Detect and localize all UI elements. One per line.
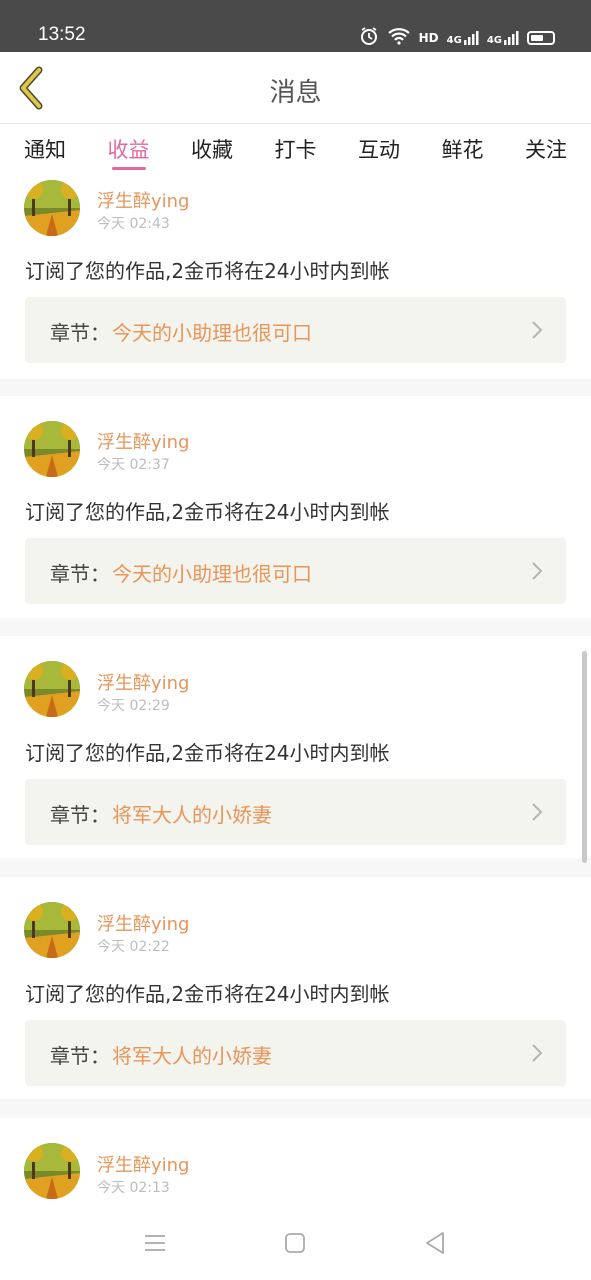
chapter-link[interactable]: 章节： 将军大人的小娇妻 bbox=[25, 779, 566, 845]
tab-notification[interactable]: 通知 bbox=[24, 124, 66, 174]
chapter-link[interactable]: 章节： 今天的小助理也很可口 bbox=[25, 297, 566, 363]
tab-favorites[interactable]: 收藏 bbox=[191, 124, 233, 174]
avatar[interactable] bbox=[24, 661, 80, 717]
message-card: 浮生醉ying 今天 02:37 订阅了您的作品,2金币将在24小时内到帐 章节… bbox=[0, 396, 591, 618]
header: 消息 bbox=[0, 52, 591, 124]
chapter-title: 今天的小助理也很可口 bbox=[112, 321, 312, 345]
alarm-icon bbox=[359, 26, 379, 49]
hd-icon: HD bbox=[418, 30, 439, 45]
message-text: 订阅了您的作品,2金币将在24小时内到帐 bbox=[25, 259, 390, 283]
chapter-title: 将军大人的小娇妻 bbox=[112, 803, 272, 827]
avatar[interactable] bbox=[24, 180, 80, 236]
timestamp: 今天 02:37 bbox=[97, 457, 170, 473]
username[interactable]: 浮生醉ying bbox=[97, 1151, 190, 1177]
username[interactable]: 浮生醉ying bbox=[97, 187, 190, 213]
status-time: 13:52 bbox=[38, 24, 86, 45]
wifi-icon bbox=[387, 27, 411, 48]
avatar[interactable] bbox=[24, 902, 80, 958]
timestamp: 今天 02:43 bbox=[97, 216, 170, 232]
home-button[interactable] bbox=[280, 1228, 310, 1258]
message-list[interactable]: 浮生醉ying 今天 02:43 订阅了您的作品,2金币将在24小时内到帐 章节… bbox=[0, 174, 591, 1204]
page-title: 消息 bbox=[269, 78, 322, 108]
avatar[interactable] bbox=[24, 1143, 80, 1199]
chevron-right-icon bbox=[532, 1044, 543, 1062]
message-text: 订阅了您的作品,2金币将在24小时内到帐 bbox=[25, 982, 390, 1006]
chapter-title: 将军大人的小娇妻 bbox=[112, 1044, 272, 1068]
message-card: 浮生醉ying 今天 02:22 订阅了您的作品,2金币将在24小时内到帐 章节… bbox=[0, 877, 591, 1099]
menu-icon bbox=[145, 1235, 165, 1251]
message-card: 浮生醉ying 今天 02:13 bbox=[0, 1118, 591, 1204]
back-triangle-icon bbox=[426, 1232, 444, 1254]
menu-button[interactable] bbox=[140, 1228, 170, 1258]
tab-interaction[interactable]: 互动 bbox=[358, 124, 400, 174]
timestamp: 今天 02:29 bbox=[97, 698, 170, 714]
username[interactable]: 浮生醉ying bbox=[97, 669, 190, 695]
chevron-right-icon bbox=[532, 803, 543, 821]
tab-following[interactable]: 关注 bbox=[525, 124, 567, 174]
chapter-label: 章节： bbox=[50, 1044, 110, 1068]
chapter-label: 章节： bbox=[50, 321, 110, 345]
chapter-link[interactable]: 章节： 将军大人的小娇妻 bbox=[25, 1020, 566, 1086]
message-text: 订阅了您的作品,2金币将在24小时内到帐 bbox=[25, 500, 390, 524]
avatar[interactable] bbox=[24, 421, 80, 477]
tab-flowers[interactable]: 鲜花 bbox=[442, 124, 484, 174]
system-nav-bar bbox=[0, 1204, 591, 1280]
message-text: 订阅了您的作品,2金币将在24小时内到帐 bbox=[25, 741, 390, 765]
system-back-button[interactable] bbox=[420, 1228, 450, 1258]
chevron-right-icon bbox=[532, 562, 543, 580]
status-bar: 13:52 HD 4G 4G bbox=[0, 0, 591, 52]
timestamp: 今天 02:22 bbox=[97, 939, 170, 955]
chapter-title: 今天的小助理也很可口 bbox=[112, 562, 312, 586]
tab-bar: 通知 收益 收藏 打卡 互动 鲜花 关注 bbox=[0, 124, 591, 174]
home-icon bbox=[285, 1233, 305, 1253]
message-card: 浮生醉ying 今天 02:29 订阅了您的作品,2金币将在24小时内到帐 章节… bbox=[0, 636, 591, 858]
signal-4g-icon: 4G bbox=[487, 30, 519, 46]
tab-earnings[interactable]: 收益 bbox=[108, 124, 150, 174]
chapter-label: 章节： bbox=[50, 562, 110, 586]
username[interactable]: 浮生醉ying bbox=[97, 910, 190, 936]
chapter-link[interactable]: 章节： 今天的小助理也很可口 bbox=[25, 538, 566, 604]
status-icons: HD 4G 4G bbox=[359, 26, 555, 49]
chevron-right-icon bbox=[532, 321, 543, 339]
timestamp: 今天 02:13 bbox=[97, 1180, 170, 1196]
message-card: 浮生醉ying 今天 02:43 订阅了您的作品,2金币将在24小时内到帐 章节… bbox=[0, 174, 591, 379]
signal-4g-icon: 4G bbox=[447, 30, 479, 46]
chapter-label: 章节： bbox=[50, 803, 110, 827]
battery-icon bbox=[527, 30, 555, 45]
tab-checkin[interactable]: 打卡 bbox=[275, 124, 317, 174]
scrollbar[interactable] bbox=[582, 651, 587, 863]
username[interactable]: 浮生醉ying bbox=[97, 428, 190, 454]
